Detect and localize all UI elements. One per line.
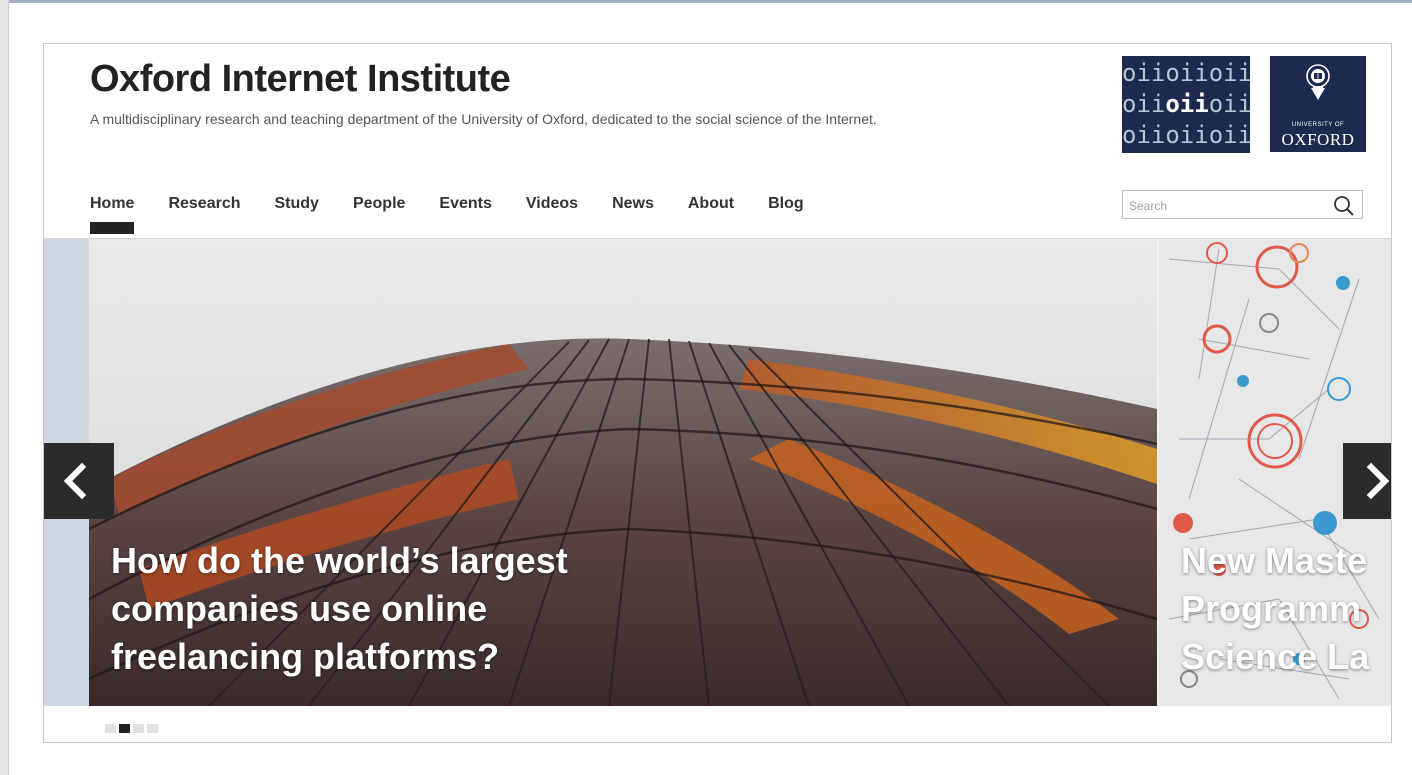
search-input[interactable] [1127, 195, 1327, 217]
oii-logo-row: oiioiioii [1122, 59, 1253, 87]
carousel-indicator[interactable] [133, 724, 144, 733]
carousel-indicator-active[interactable] [119, 724, 130, 733]
site-tagline: A multidisciplinary research and teachin… [90, 111, 877, 127]
oxford-wordmark: OXFORD [1281, 130, 1355, 149]
carousel-indicators [105, 724, 158, 733]
carousel-prev-button[interactable] [44, 443, 114, 519]
nav-item-people[interactable]: People [353, 192, 405, 234]
site-title[interactable]: Oxford Internet Institute [90, 58, 511, 101]
oii-logo[interactable]: oiioiioii oiioiioii oiioiioii [1122, 56, 1253, 153]
oii-logo-row: oiioiioii [1122, 90, 1253, 118]
nav-item-news[interactable]: News [612, 192, 654, 234]
slide-caption[interactable]: How do the world’s largest companies use… [111, 537, 671, 681]
nav-item-study[interactable]: Study [275, 192, 319, 234]
search-icon[interactable] [1333, 195, 1355, 217]
oii-logo-row: oiioiioii [1122, 121, 1253, 149]
university-of-label: UNIVERSITY OF [1291, 122, 1345, 128]
chevron-right-icon [1366, 462, 1390, 500]
window-top-border [0, 0, 1412, 3]
nav-item-events[interactable]: Events [439, 192, 491, 234]
nav-item-blog[interactable]: Blog [768, 192, 804, 234]
search-box [1122, 190, 1363, 219]
main-navigation: Home Research Study People Events Videos… [90, 192, 838, 234]
hero-carousel: How do the world’s largest companies use… [44, 239, 1391, 706]
window-left-border [0, 0, 9, 775]
next-slide-caption[interactable]: New Maste Programm Science La [1181, 537, 1391, 681]
carousel-indicator[interactable] [147, 724, 158, 733]
carousel-indicator[interactable] [105, 724, 116, 733]
university-of-oxford-logo[interactable]: UNIVERSITY OF OXFORD [1270, 56, 1366, 152]
carousel-next-button[interactable] [1343, 443, 1391, 519]
nav-item-about[interactable]: About [688, 192, 734, 234]
nav-item-videos[interactable]: Videos [526, 192, 578, 234]
nav-item-home[interactable]: Home [90, 192, 135, 234]
page-container: Oxford Internet Institute A multidiscipl… [43, 43, 1392, 743]
chevron-left-icon [63, 462, 87, 500]
oxford-crest-icon [1306, 64, 1330, 100]
nav-item-research[interactable]: Research [168, 192, 240, 234]
carousel-slide-active[interactable]: How do the world’s largest companies use… [89, 239, 1157, 706]
